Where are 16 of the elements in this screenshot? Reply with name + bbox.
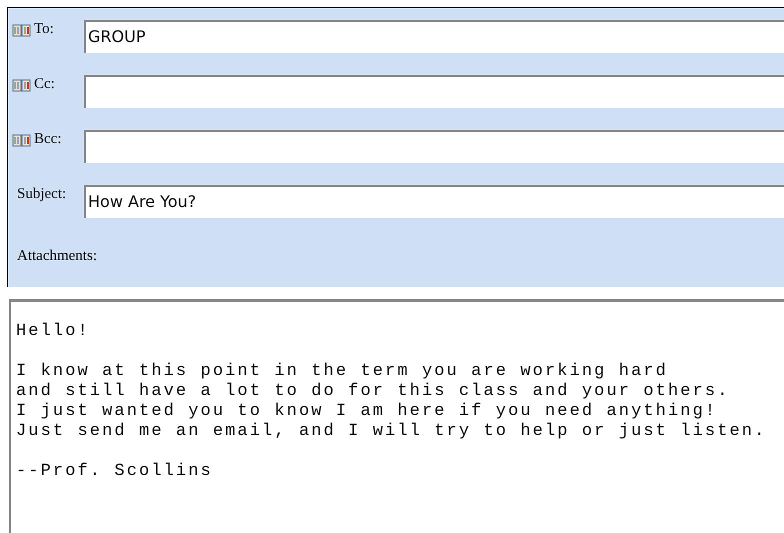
body-text: --Prof. Scollins [16, 462, 213, 482]
address-book-icon[interactable] [12, 22, 31, 36]
body-text: I know at this point in the term you are working hard and still have a lot to do for this class and your others. I just wanted you to know I am here if you need anything! Just send me an email, and I will try to help or just listen. [16, 362, 766, 442]
attachments-label: Attachments: [16, 248, 97, 265]
field-label: To: [34, 21, 54, 38]
message-body-field[interactable] [9, 299, 784, 533]
input-field[interactable] [84, 75, 784, 108]
input-field[interactable]: How Are You? [84, 185, 784, 218]
field-label: Bcc: [34, 131, 62, 148]
body-text: Hello! [16, 322, 90, 342]
address-book-icon[interactable] [12, 132, 31, 146]
field-label: Subject: [17, 186, 66, 203]
input-field[interactable] [84, 130, 784, 163]
address-book-icon[interactable] [12, 78, 31, 92]
field-label: Cc: [34, 76, 55, 93]
input-field[interactable]: GROUP [84, 20, 784, 53]
